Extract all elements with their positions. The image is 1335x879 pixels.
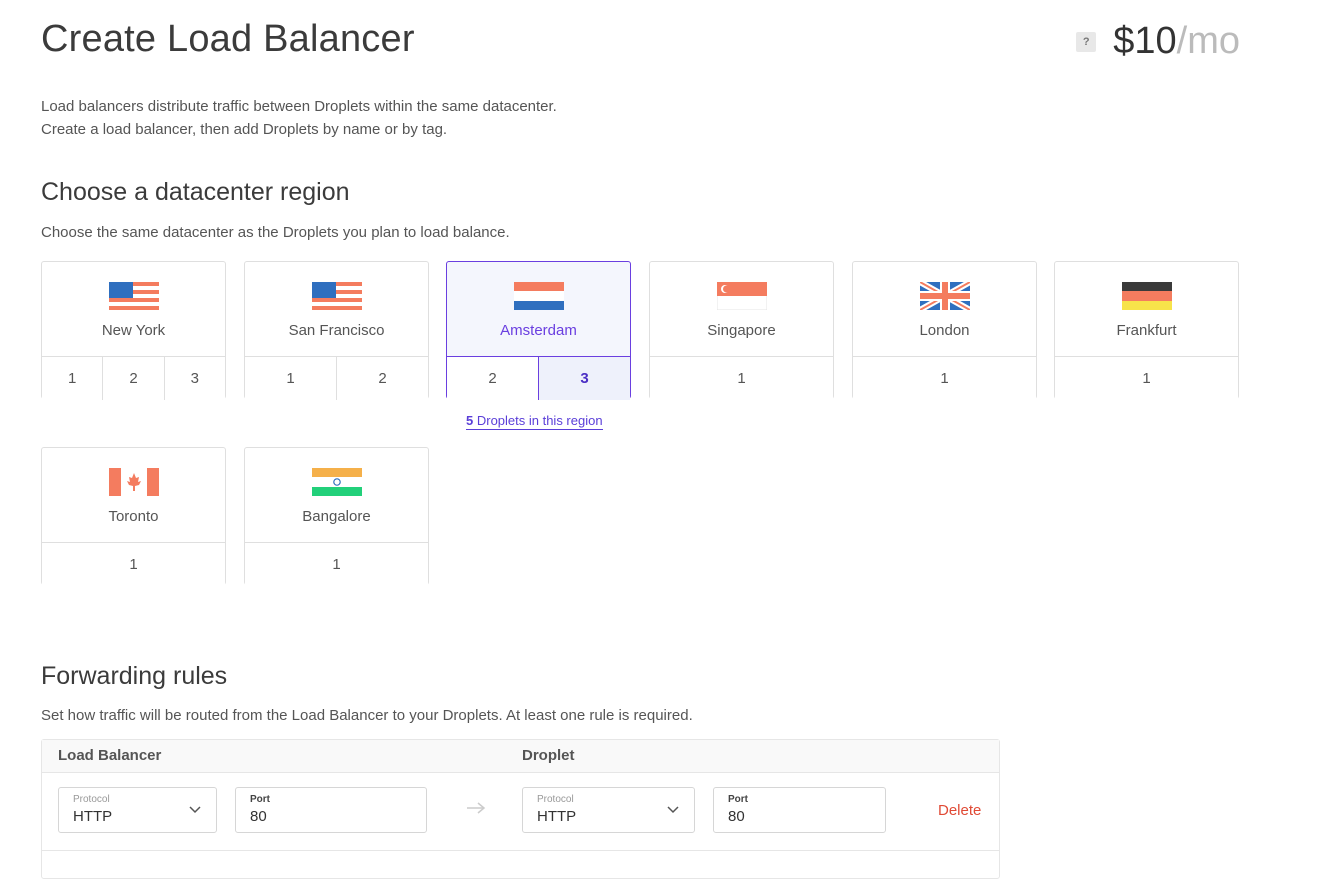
chevron-down-icon <box>667 806 679 814</box>
droplets-in-region-link[interactable]: 5 Droplets in this region <box>466 413 603 430</box>
region-card-toronto[interactable]: Toronto 1 <box>41 447 226 586</box>
datacenter-option[interactable]: 1 <box>42 357 104 400</box>
region-card-amsterdam[interactable]: Amsterdam 2 3 <box>446 261 631 400</box>
nl-flag-icon <box>513 282 564 310</box>
sg-flag-icon <box>716 282 767 310</box>
rules-divider <box>42 850 999 851</box>
region-name: Bangalore <box>302 508 371 525</box>
datacenter-option[interactable]: 1 <box>853 357 1036 400</box>
droplet-port-value: 80 <box>728 808 745 825</box>
lb-port-input[interactable]: Port 80 <box>235 787 427 833</box>
protocol-label: Protocol <box>73 794 110 805</box>
column-header-droplet: Droplet <box>522 747 575 764</box>
chevron-down-icon <box>189 806 201 814</box>
datacenter-option[interactable]: 2 <box>337 357 428 400</box>
datacenter-option[interactable]: 2 <box>103 357 165 400</box>
intro-line-2: Create a load balancer, then add Droplet… <box>41 121 448 138</box>
region-name: Amsterdam <box>500 322 577 339</box>
help-icon[interactable]: ? <box>1076 31 1097 52</box>
ca-flag-icon <box>108 468 159 496</box>
forwarding-rules-table: Load Balancer Droplet Protocol HTTP Port… <box>41 739 1000 879</box>
forwarding-section-title: Forwarding rules <box>41 662 228 690</box>
region-card-new-york[interactable]: New York 1 2 3 <box>41 261 226 400</box>
region-card-frankfurt[interactable]: Frankfurt 1 <box>1054 261 1239 400</box>
datacenter-option[interactable]: 3 <box>164 357 225 400</box>
rules-header: Load Balancer Droplet <box>42 740 999 773</box>
de-flag-icon <box>1121 282 1172 310</box>
region-card-bangalore[interactable]: Bangalore 1 <box>244 447 429 586</box>
page-title: Create Load Balancer <box>41 18 415 60</box>
region-name: Singapore <box>707 322 776 339</box>
region-name: Frankfurt <box>1116 322 1177 339</box>
price-amount: $10 <box>1113 20 1177 62</box>
us-flag-icon <box>311 282 362 310</box>
region-name: Toronto <box>108 508 159 525</box>
in-flag-icon <box>311 468 362 496</box>
column-header-load-balancer: Load Balancer <box>58 747 162 764</box>
datacenter-option[interactable]: 1 <box>42 543 225 586</box>
droplet-protocol-select[interactable]: Protocol HTTP <box>522 787 695 833</box>
protocol-label: Protocol <box>537 794 574 805</box>
region-name: New York <box>101 322 166 339</box>
price-display: ? $10/mo <box>1076 20 1240 63</box>
intro-text: Load balancers distribute traffic betwee… <box>41 95 557 141</box>
datacenter-option[interactable]: 1 <box>650 357 833 400</box>
droplet-protocol-value: HTTP <box>537 808 577 825</box>
droplet-port-input[interactable]: Port 80 <box>713 787 886 833</box>
region-card-singapore[interactable]: Singapore 1 <box>649 261 834 400</box>
datacenter-option[interactable]: 1 <box>245 543 428 586</box>
intro-line-1: Load balancers distribute traffic betwee… <box>41 98 557 115</box>
lb-protocol-value: HTTP <box>73 808 113 825</box>
port-label: Port <box>250 794 270 805</box>
lb-port-value: 80 <box>250 808 267 825</box>
region-card-london[interactable]: London 1 <box>852 261 1037 400</box>
region-name: San Francisco <box>288 322 385 339</box>
droplets-text: Droplets in this region <box>473 413 603 428</box>
region-section-subtitle: Choose the same datacenter as the Drople… <box>41 224 510 241</box>
datacenter-option[interactable]: 2 <box>447 357 539 400</box>
datacenter-option-selected[interactable]: 3 <box>539 357 630 400</box>
uk-flag-icon <box>919 282 970 310</box>
region-section-title: Choose a datacenter region <box>41 178 350 206</box>
region-name: London <box>919 322 970 339</box>
price-period: /mo <box>1176 20 1240 62</box>
region-card-san-francisco[interactable]: San Francisco 1 2 <box>244 261 429 400</box>
datacenter-option[interactable]: 1 <box>245 357 337 400</box>
arrow-right-icon <box>467 802 486 814</box>
datacenter-option[interactable]: 1 <box>1055 357 1238 400</box>
port-label: Port <box>728 794 748 805</box>
forwarding-section-subtitle: Set how traffic will be routed from the … <box>41 707 693 724</box>
lb-protocol-select[interactable]: Protocol HTTP <box>58 787 217 833</box>
us-flag-icon <box>108 282 159 310</box>
delete-rule-button[interactable]: Delete <box>938 802 981 819</box>
